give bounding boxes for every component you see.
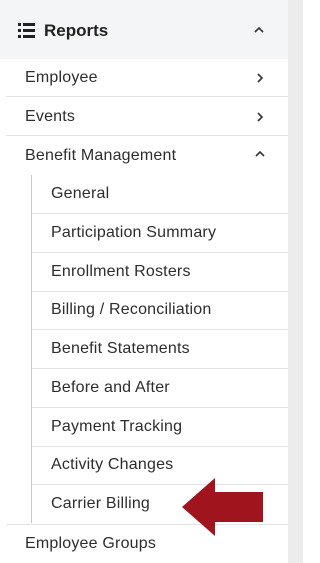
menu-item-label: Employee Groups: [25, 535, 157, 552]
submenu-item-before-and-after[interactable]: Before and After: [32, 369, 288, 408]
submenu-item-benefit-statements[interactable]: Benefit Statements: [32, 330, 288, 369]
menu-item-benefit-management[interactable]: Benefit Management: [6, 137, 288, 175]
scroll-gutter: [288, 0, 303, 563]
annotation-arrow-icon: [182, 478, 263, 536]
reports-title: Reports: [44, 21, 109, 40]
submenu-item-participation-summary[interactable]: Participation Summary: [32, 214, 288, 253]
chevron-up-icon: [255, 149, 265, 159]
menu-item-employee[interactable]: Employee: [6, 59, 288, 97]
submenu-item-enrollment-rosters[interactable]: Enrollment Rosters: [32, 253, 288, 292]
submenu-item-payment-tracking[interactable]: Payment Tracking: [32, 408, 288, 447]
submenu-item-label: Before and After: [51, 379, 170, 396]
submenu-item-label: Benefit Statements: [51, 340, 190, 357]
chevron-up-icon[interactable]: [254, 25, 264, 35]
list-icon: [18, 23, 35, 38]
chevron-right-icon: [255, 112, 265, 122]
submenu-item-billing-reconciliation[interactable]: Billing / Reconciliation: [32, 291, 288, 330]
chevron-right-icon: [255, 73, 265, 83]
menu-item-label: Benefit Management: [25, 147, 177, 164]
menu-item-label: Events: [25, 108, 76, 125]
submenu-item-label: Carrier Billing: [51, 495, 151, 512]
reports-panel: Reports Employee Events Benefit Manageme…: [0, 0, 288, 563]
submenu-item-general[interactable]: General: [32, 175, 288, 214]
reports-header[interactable]: Reports: [0, 0, 288, 59]
submenu-item-label: General: [51, 185, 110, 202]
submenu-item-label: Activity Changes: [51, 456, 174, 473]
submenu-item-label: Billing / Reconciliation: [51, 301, 212, 318]
menu-item-label: Employee: [25, 69, 98, 86]
menu-item-events[interactable]: Events: [6, 98, 288, 136]
submenu-item-label: Payment Tracking: [51, 418, 183, 435]
submenu-item-label: Participation Summary: [51, 224, 217, 241]
submenu-item-label: Enrollment Rosters: [51, 263, 191, 280]
